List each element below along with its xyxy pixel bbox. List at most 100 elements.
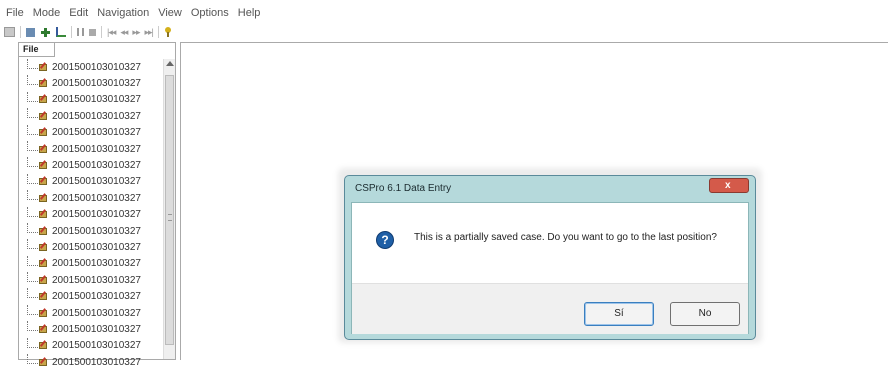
tree-connector [27, 157, 38, 168]
case-tree-item[interactable]: 2001500103010327 [19, 157, 163, 173]
tab-file[interactable]: File [19, 43, 55, 57]
tree-connector [27, 59, 38, 69]
case-id-label: 2001500103010327 [52, 225, 141, 237]
tree-connector [27, 222, 38, 233]
case-id-label: 2001500103010327 [52, 160, 141, 172]
close-icon: x [725, 180, 731, 191]
open-icon[interactable] [4, 27, 15, 37]
tree-connector [27, 108, 38, 119]
case-tree-item[interactable]: 2001500103010327 [19, 321, 163, 337]
case-tree-item[interactable]: 2001500103010327 [19, 59, 163, 75]
partial-case-icon [39, 63, 48, 72]
tree-scrollbar[interactable] [163, 59, 175, 359]
case-id-label: 2001500103010327 [52, 110, 141, 122]
help-icon[interactable] [164, 27, 172, 37]
partial-case-icon [39, 161, 48, 170]
tree-connector [27, 124, 38, 135]
add-case-icon[interactable] [40, 27, 51, 38]
tree-connector [27, 140, 38, 151]
partial-case-icon [39, 145, 48, 154]
case-tree-item[interactable]: 2001500103010327 [19, 140, 163, 157]
case-tree-item[interactable]: 2001500103010327 [19, 173, 163, 190]
menu-mode[interactable]: Mode [33, 7, 61, 19]
tree-connector [27, 272, 38, 283]
menu-options[interactable]: Options [191, 7, 229, 19]
first-icon[interactable]: |◂◂ [107, 27, 116, 38]
case-id-label: 2001500103010327 [52, 340, 141, 352]
close-button[interactable]: x [709, 178, 749, 193]
partial-case-icon [39, 259, 48, 268]
case-tree-item[interactable]: 2001500103010327 [19, 288, 163, 304]
case-tree-item[interactable]: 2001500103010327 [19, 239, 163, 255]
no-button[interactable]: No [670, 302, 740, 326]
case-tree-item[interactable]: 2001500103010327 [19, 354, 163, 370]
tree-connector [27, 354, 38, 365]
next-icon[interactable]: ▸▸ [132, 27, 140, 38]
menu-bar: File Mode Edit Navigation View Options H… [0, 4, 888, 22]
case-tree-item[interactable]: 2001500103010327 [19, 190, 163, 206]
case-tree-item[interactable]: 2001500103010327 [19, 124, 163, 141]
case-id-label: 2001500103010327 [52, 176, 141, 188]
case-tree-item[interactable]: 2001500103010327 [19, 75, 163, 91]
case-id-label: 2001500103010327 [52, 192, 141, 204]
partial-case-icon [39, 276, 48, 285]
case-id-label: 2001500103010327 [52, 209, 141, 221]
menu-help[interactable]: Help [238, 7, 261, 19]
partial-case-icon [39, 79, 48, 88]
yes-button[interactable]: Sí [584, 302, 654, 326]
case-id-label: 2001500103010327 [52, 356, 141, 368]
save-icon[interactable] [26, 27, 35, 37]
partial-case-icon [39, 210, 48, 219]
dialog-titlebar[interactable]: CSPro 6.1 Data Entry x [345, 176, 755, 200]
tree-connector [27, 206, 38, 217]
dialog-message: This is a partially saved case. Do you w… [414, 232, 717, 243]
tree-connector [27, 255, 38, 266]
case-tree-item[interactable]: 2001500103010327 [19, 222, 163, 239]
case-id-label: 2001500103010327 [52, 307, 141, 319]
menu-view[interactable]: View [158, 7, 182, 19]
stop-icon[interactable] [89, 28, 96, 36]
toolbar-separator [157, 26, 159, 38]
toolbar-separator [101, 26, 102, 38]
case-tree-item[interactable]: 2001500103010327 [19, 255, 163, 272]
tree-connector [27, 337, 38, 348]
partial-case-icon [39, 341, 48, 350]
case-tree: 2001500103010327 2001500103010327 20015001… [19, 59, 163, 370]
dialog-title: CSPro 6.1 Data Entry [355, 183, 452, 194]
case-tree-item[interactable]: 2001500103010327 [19, 108, 163, 124]
case-id-label: 2001500103010327 [52, 323, 141, 335]
partial-case-icon [39, 292, 48, 301]
case-id-label: 2001500103010327 [52, 143, 141, 155]
case-tree-item[interactable]: 2001500103010327 [19, 272, 163, 288]
tree-connector [27, 190, 38, 201]
case-tree-item[interactable]: 2001500103010327 [19, 91, 163, 108]
partial-case-icon [39, 325, 48, 334]
toolbar: |◂◂ ◂◂ ▸▸ ▸▸| [0, 24, 888, 40]
partial-case-icon [39, 194, 48, 203]
dialog-body: ? This is a partially saved case. Do you… [351, 202, 749, 334]
tree-connector [27, 321, 38, 332]
scrollbar-thumb[interactable] [165, 75, 174, 345]
case-tree-item[interactable]: 2001500103010327 [19, 304, 163, 321]
case-id-label: 2001500103010327 [52, 94, 141, 106]
menu-file[interactable]: File [6, 7, 24, 19]
last-icon[interactable]: ▸▸| [144, 27, 153, 38]
partial-case-icon [39, 112, 48, 121]
tree-connector [27, 75, 38, 86]
modify-case-icon[interactable] [56, 27, 66, 37]
scroll-up-icon[interactable] [166, 61, 174, 66]
pause-icon[interactable] [77, 28, 84, 36]
previous-icon[interactable]: ◂◂ [120, 27, 128, 38]
message-dialog: CSPro 6.1 Data Entry x ? This is a parti… [344, 175, 756, 340]
menu-navigation[interactable]: Navigation [97, 7, 149, 19]
case-tree-panel: File 2001500103010327 2001500103010327 200… [18, 42, 176, 368]
case-tree-item[interactable]: 2001500103010327 [19, 337, 163, 354]
case-id-label: 2001500103010327 [52, 78, 141, 90]
menu-edit[interactable]: Edit [69, 7, 88, 19]
case-id-label: 2001500103010327 [52, 274, 141, 286]
partial-case-icon [39, 177, 48, 186]
case-tree-item[interactable]: 2001500103010327 [19, 206, 163, 223]
toolbar-separator [71, 26, 72, 38]
partial-case-icon [39, 227, 48, 236]
partial-case-icon [39, 95, 48, 104]
